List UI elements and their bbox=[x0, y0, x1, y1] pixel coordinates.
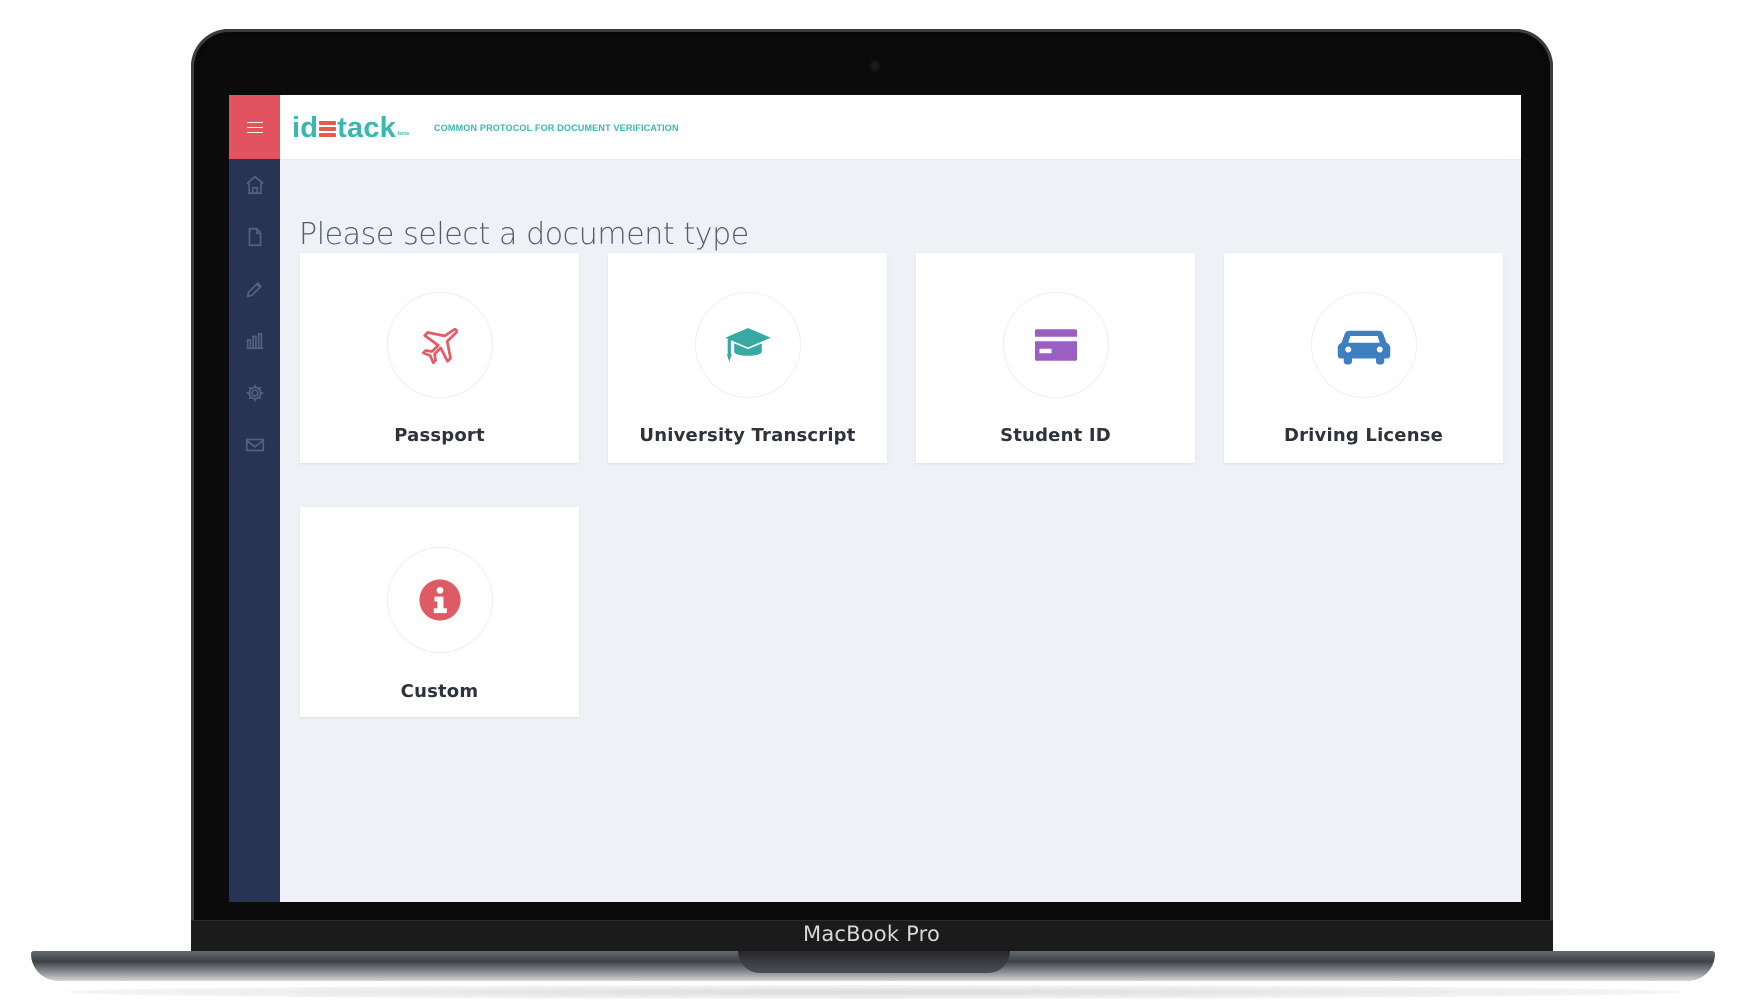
hamburger-menu-icon bbox=[246, 121, 263, 133]
document-card-label: Passport bbox=[394, 425, 485, 446]
id-card-icon bbox=[1034, 329, 1077, 361]
topbar: id tack beta COMMON PROTOCOL FOR DOCUMEN… bbox=[280, 95, 1521, 159]
graduation-cap-icon bbox=[724, 327, 771, 363]
document-card-label: Custom bbox=[400, 681, 479, 702]
airplane-icon bbox=[421, 328, 458, 365]
menu-button[interactable] bbox=[229, 95, 280, 159]
sidebar-item-documents[interactable] bbox=[229, 211, 280, 263]
document-type-grid: Passport University Transcript Student I… bbox=[300, 253, 1503, 717]
logo-prefix: id bbox=[292, 112, 319, 144]
laptop-base-notch bbox=[738, 951, 1010, 973]
document-card-label: Student ID bbox=[1000, 425, 1111, 446]
mail-icon bbox=[245, 438, 264, 451]
document-card-passport[interactable]: Passport bbox=[300, 253, 579, 463]
logo-small-mark: beta bbox=[398, 131, 410, 137]
macbook-screenshot-scene: id tack beta COMMON PROTOCOL FOR DOCUMEN… bbox=[0, 0, 1743, 1006]
document-card-label: Driving License bbox=[1283, 425, 1444, 446]
document-card-driving-license[interactable]: Driving License bbox=[1224, 253, 1503, 463]
document-icon bbox=[248, 227, 261, 246]
sidebar-item-home[interactable] bbox=[229, 159, 280, 211]
app-screen: id tack beta COMMON PROTOCOL FOR DOCUMEN… bbox=[229, 95, 1521, 902]
car-icon bbox=[1337, 330, 1390, 365]
sidebar-item-edit[interactable] bbox=[229, 263, 280, 315]
sidebar-item-mail[interactable] bbox=[229, 419, 280, 471]
passport-icon-ring bbox=[387, 293, 492, 397]
laptop-shadow bbox=[65, 985, 1680, 999]
home-icon bbox=[245, 175, 264, 194]
sidebar bbox=[229, 95, 280, 902]
info-icon bbox=[418, 579, 461, 621]
camera-dot bbox=[871, 62, 879, 70]
brand-logo: id tack beta bbox=[292, 109, 409, 143]
sidebar-item-settings[interactable] bbox=[229, 367, 280, 419]
driving-license-icon-ring bbox=[1311, 293, 1416, 397]
document-card-student-id[interactable]: Student ID bbox=[916, 253, 1195, 463]
student-id-icon-ring bbox=[1003, 293, 1108, 397]
gear-icon bbox=[246, 384, 263, 401]
logo-stack-icon bbox=[319, 118, 337, 140]
transcript-icon-ring bbox=[695, 293, 800, 397]
document-card-label: University Transcript bbox=[639, 425, 856, 446]
document-card-custom[interactable]: Custom bbox=[300, 507, 579, 717]
page-title: Please select a document type bbox=[299, 217, 749, 253]
logo-suffix-text: tack bbox=[337, 112, 397, 144]
chart-icon bbox=[246, 332, 263, 349]
pencil-icon bbox=[246, 281, 262, 297]
brand-tagline: COMMON PROTOCOL FOR DOCUMENT VERIFICATIO… bbox=[434, 123, 679, 133]
sidebar-item-analytics[interactable] bbox=[229, 315, 280, 367]
custom-icon-ring bbox=[387, 548, 492, 652]
document-card-university-transcript[interactable]: University Transcript bbox=[608, 253, 887, 463]
macbook-label: MacBook Pro bbox=[803, 922, 940, 946]
